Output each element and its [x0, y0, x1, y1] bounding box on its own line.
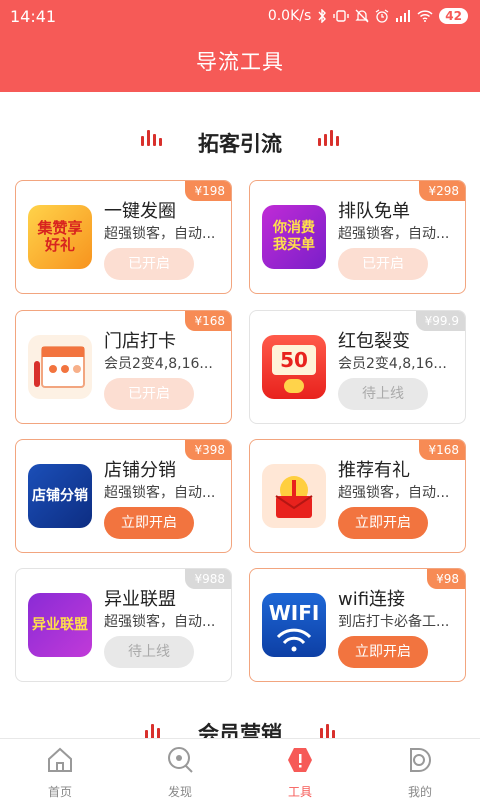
tool-thumbnail	[262, 464, 326, 528]
page-title: 导流工具	[196, 50, 284, 74]
discover-icon	[168, 747, 193, 773]
tool-name: wifi连接	[338, 589, 406, 610]
tool-description: 超强锁客，自动...	[104, 614, 216, 630]
signal-icon	[396, 10, 411, 22]
tool-description: 超强锁客，自动...	[104, 226, 216, 242]
tool-card[interactable]: ¥99.9 50 红包裂变 会员2变4,8,16... 待上线	[249, 310, 466, 424]
tool-name: 门店打卡	[104, 331, 176, 352]
price-tag: ¥198	[185, 181, 231, 201]
tool-thumbnail: WIFI	[262, 593, 326, 657]
tool-list[interactable]: 拓客引流 ¥198 集赞享好礼 一键发圈 超强锁客，自动... 已开启 ¥298…	[0, 92, 480, 738]
status-bar: 14:41 0.0K/s 42	[0, 0, 480, 32]
tool-description: 超强锁客，自动...	[338, 485, 450, 501]
tab-label: 发现	[167, 785, 192, 799]
enable-now-button[interactable]: 立即开启	[338, 507, 428, 539]
wifi-icon	[417, 10, 433, 22]
tool-card[interactable]: ¥198 集赞享好礼 一键发圈 超强锁客，自动... 已开启	[15, 180, 232, 294]
tool-description: 会员2变4,8,16...	[338, 356, 447, 372]
tool-thumbnail: 店铺分销	[28, 464, 92, 528]
status-time: 14:41	[10, 6, 57, 26]
tool-description: 到店打卡必备工...	[338, 614, 450, 630]
network-speed: 0.0K/s	[267, 8, 312, 24]
enabled-button[interactable]: 已开启	[104, 378, 194, 410]
coming-soon-button[interactable]: 待上线	[104, 636, 194, 668]
section-title-acquire: 拓客引流	[198, 132, 282, 156]
price-tag: ¥99.9	[415, 311, 465, 331]
price-tag: ¥98	[427, 569, 465, 589]
tool-thumbnail: 50	[262, 335, 326, 399]
tools-icon	[288, 748, 312, 772]
section-title-membership: 会员营销	[198, 722, 282, 738]
tool-card[interactable]: ¥168 推荐有礼 超强锁客，自动... 立即开启	[249, 439, 466, 553]
enable-now-button[interactable]: 立即开启	[338, 636, 428, 668]
tool-name: 一键发圈	[104, 201, 176, 222]
tool-thumbnail: 异业联盟	[28, 593, 92, 657]
tab-label: 首页	[47, 785, 72, 799]
tab-home[interactable]: 首页	[0, 739, 120, 800]
alarm-icon	[375, 9, 389, 23]
coming-soon-button[interactable]: 待上线	[338, 378, 428, 410]
wifi-icon	[276, 628, 312, 652]
tool-description: 会员2变4,8,16...	[104, 356, 213, 372]
enabled-button[interactable]: 已开启	[338, 248, 428, 280]
tool-description: 超强锁客，自动...	[104, 485, 216, 501]
tab-mine[interactable]: 我的	[360, 739, 480, 800]
tool-name: 异业联盟	[104, 589, 176, 610]
tab-label: 我的	[407, 785, 432, 799]
gift-envelope-icon	[275, 476, 313, 518]
tool-name: 店铺分销	[104, 460, 176, 481]
price-tag: ¥168	[185, 311, 231, 331]
bluetooth-icon	[318, 9, 327, 23]
tool-name: 排队免单	[338, 201, 410, 222]
tool-card[interactable]: ¥298 你消费我买单 排队免单 超强锁客，自动... 已开启	[249, 180, 466, 294]
tool-card[interactable]: ¥988 异业联盟 异业联盟 超强锁客，自动... 待上线	[15, 568, 232, 682]
tab-label: 工具	[287, 785, 312, 799]
enable-now-button[interactable]: 立即开启	[104, 507, 194, 539]
calendar-checkin-icon	[34, 346, 85, 388]
vibrate-icon	[333, 10, 349, 22]
status-icons: 0.0K/s 42	[268, 8, 468, 24]
tool-card[interactable]: ¥168 门店打卡 会员2变4,8,16... 已开启	[15, 310, 232, 424]
tab-discover[interactable]: 发现	[120, 739, 240, 800]
price-tag: ¥988	[185, 569, 231, 589]
tool-card[interactable]: ¥98 WIFI wifi连接 到店打卡必备工... 立即开启	[249, 568, 466, 682]
enabled-button[interactable]: 已开启	[104, 248, 194, 280]
sound-wave-icon	[316, 128, 342, 148]
tool-thumbnail: 集赞享好礼	[28, 205, 92, 269]
tool-thumbnail	[28, 335, 92, 399]
sound-wave-icon	[318, 722, 344, 738]
battery-indicator: 42	[439, 8, 468, 24]
tool-card[interactable]: ¥398 店铺分销 店铺分销 超强锁客，自动... 立即开启	[15, 439, 232, 553]
bottom-tab-bar: 首页 发现 工具 我的	[0, 738, 480, 800]
profile-icon	[410, 748, 431, 772]
price-tag: ¥168	[419, 440, 465, 460]
mute-icon	[355, 9, 369, 23]
tool-thumbnail: 你消费我买单	[262, 205, 326, 269]
home-icon	[48, 747, 72, 772]
tool-name: 红包裂变	[338, 331, 410, 352]
tool-description: 超强锁客，自动...	[338, 226, 450, 242]
price-tag: ¥398	[185, 440, 231, 460]
app-header: 14:41 0.0K/s 42 导流工具	[0, 0, 480, 92]
price-tag: ¥298	[419, 181, 465, 201]
tab-tools[interactable]: 工具	[240, 739, 360, 800]
tool-name: 推荐有礼	[338, 460, 410, 481]
